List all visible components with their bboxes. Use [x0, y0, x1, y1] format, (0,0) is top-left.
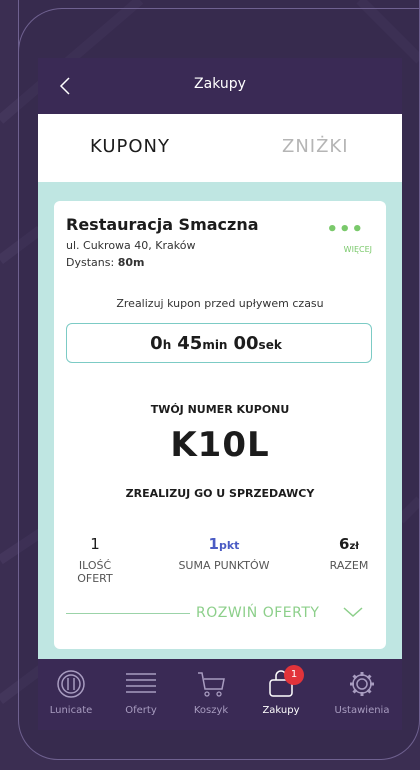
list-icon [126, 673, 156, 693]
total-value: 6 [339, 535, 350, 553]
distance-value: 80m [117, 256, 145, 269]
timer-hours: 0 [150, 333, 163, 354]
stat-total: 6zł RAZEM [316, 535, 382, 572]
offers-value: 1 [90, 535, 100, 553]
active-tab-indicator [38, 178, 228, 182]
coupon-number-label: TWÓJ NUMER KUPONU [150, 403, 290, 416]
app-screen: Zakupy KUPONY ZNIŻKI Restauracja Smaczna… [38, 58, 402, 730]
nav-label: Koszyk [193, 705, 229, 716]
nav-label: Lunicate [49, 705, 93, 716]
redeem-instruction: ZREALIZUJ GO U SPRZEDAWCY [125, 487, 315, 500]
stat-points: 1pkt SUMA PUNKTÓW [174, 535, 274, 572]
cart-count-badge: 1 [284, 665, 304, 685]
more-label: WIĘCEJ [343, 245, 372, 254]
points-label: SUMA PUNKTÓW [178, 559, 270, 572]
tab-bar: KUPONY ZNIŻKI [38, 114, 402, 182]
more-button[interactable]: ••• WIĘCEJ [312, 219, 372, 255]
expand-offers[interactable]: ROZWIŃ OFERTY [66, 603, 374, 623]
timer-minutes: 45 [177, 333, 203, 354]
page-title: Zakupy [194, 76, 246, 92]
points-value-wrap: 1pkt [174, 535, 274, 553]
bottom-navigation: Lunicate Oferty Koszyk Zakupy 1 Ustawien… [38, 659, 402, 730]
timer-minutes-unit: min [202, 338, 228, 352]
tab-znizki[interactable]: ZNIŻKI [282, 136, 349, 157]
restaurant-address: ul. Cukrowa 40, Kraków [66, 239, 196, 252]
timer-hours-unit: h [162, 338, 172, 352]
expand-offers-label[interactable]: ROZWIŃ OFERTY [196, 605, 319, 621]
countdown-timer: 0h 45min 00sek [66, 323, 372, 363]
cart-icon [198, 672, 225, 697]
top-bar: Zakupy [38, 58, 402, 114]
coupon-code: K10L [170, 425, 270, 465]
gear-icon [350, 672, 374, 696]
points-unit: pkt [218, 539, 240, 552]
nav-label: Oferty [125, 705, 157, 716]
tab-kupony[interactable]: KUPONY [90, 136, 170, 157]
chevron-down-icon[interactable] [342, 603, 364, 621]
stat-offers: 1 ILOŚĆ OFERT [60, 535, 130, 585]
nav-label: Zakupy [262, 705, 300, 716]
nav-oferty[interactable]: Oferty [108, 669, 174, 716]
coupon-card: Restauracja Smaczna ul. Cukrowa 40, Krak… [54, 201, 386, 649]
nav-ustawienia[interactable]: Ustawienia [322, 669, 402, 716]
distance-label: Dystans: [66, 256, 115, 269]
more-dots-icon: ••• [326, 219, 364, 240]
timer-instruction: Zrealizuj kupon przed upływem czasu [116, 297, 324, 310]
nav-zakupy[interactable]: Zakupy 1 [248, 665, 314, 716]
total-unit: zł [349, 541, 359, 552]
nav-lunicate[interactable]: Lunicate [38, 669, 104, 716]
plate-icon [57, 670, 85, 698]
restaurant-name: Restauracja Smaczna [66, 215, 259, 234]
nav-koszyk[interactable]: Koszyk [178, 669, 244, 716]
distance: Dystans: 80m [66, 256, 144, 269]
offers-label: ILOŚĆ OFERT [77, 559, 113, 585]
divider-left [66, 613, 190, 614]
total-value-wrap: 6zł [316, 535, 382, 553]
timer-seconds: 00 [233, 333, 259, 354]
timer-seconds-unit: sek [258, 338, 282, 352]
total-label: RAZEM [329, 559, 369, 572]
nav-label: Ustawienia [334, 705, 390, 716]
points-value: 1 [208, 535, 219, 553]
